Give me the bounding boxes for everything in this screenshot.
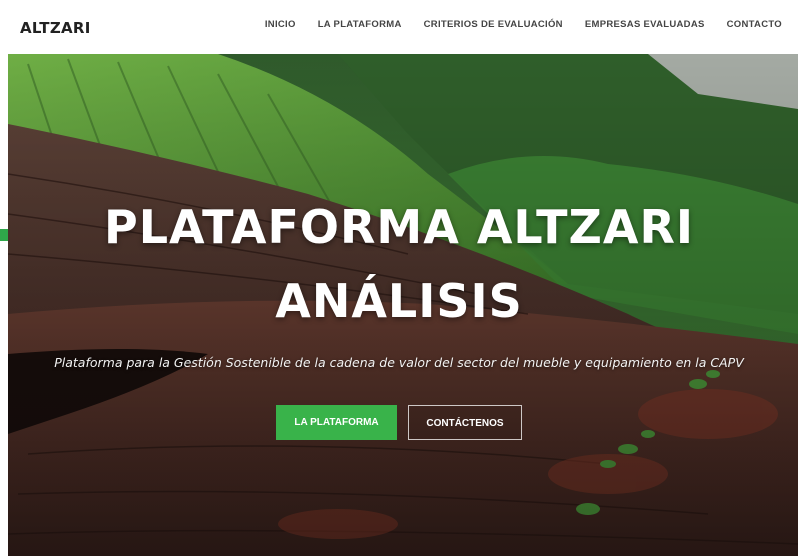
nav-menu: INICIO LA PLATAFORMA CRITERIOS DE EVALUA… bbox=[265, 19, 782, 30]
nav-item-contacto[interactable]: CONTACTO bbox=[727, 19, 782, 30]
nav-item-inicio[interactable]: INICIO bbox=[265, 19, 296, 30]
nav-item-criterios-de-evaluacion[interactable]: CRITERIOS DE EVALUACIÓN bbox=[424, 19, 563, 30]
top-navbar: ALTZARI INICIO LA PLATAFORMA CRITERIOS D… bbox=[0, 0, 798, 54]
hero-title-line-2: ANÁLISIS bbox=[275, 274, 523, 328]
la-plataforma-button[interactable]: LA PLATAFORMA bbox=[276, 405, 397, 440]
nav-item-empresas-evaluadas[interactable]: EMPRESAS EVALUADAS bbox=[585, 19, 705, 30]
nav-item-la-plataforma[interactable]: LA PLATAFORMA bbox=[318, 19, 402, 30]
hero-title-line-1: PLATAFORMA ALTZARI bbox=[104, 200, 694, 254]
site-logo[interactable]: ALTZARI bbox=[20, 19, 91, 37]
contactenos-button[interactable]: CONTÁCTENOS bbox=[408, 405, 522, 440]
hero-subtitle: Plataforma para la Gestión Sostenible de… bbox=[54, 355, 744, 370]
